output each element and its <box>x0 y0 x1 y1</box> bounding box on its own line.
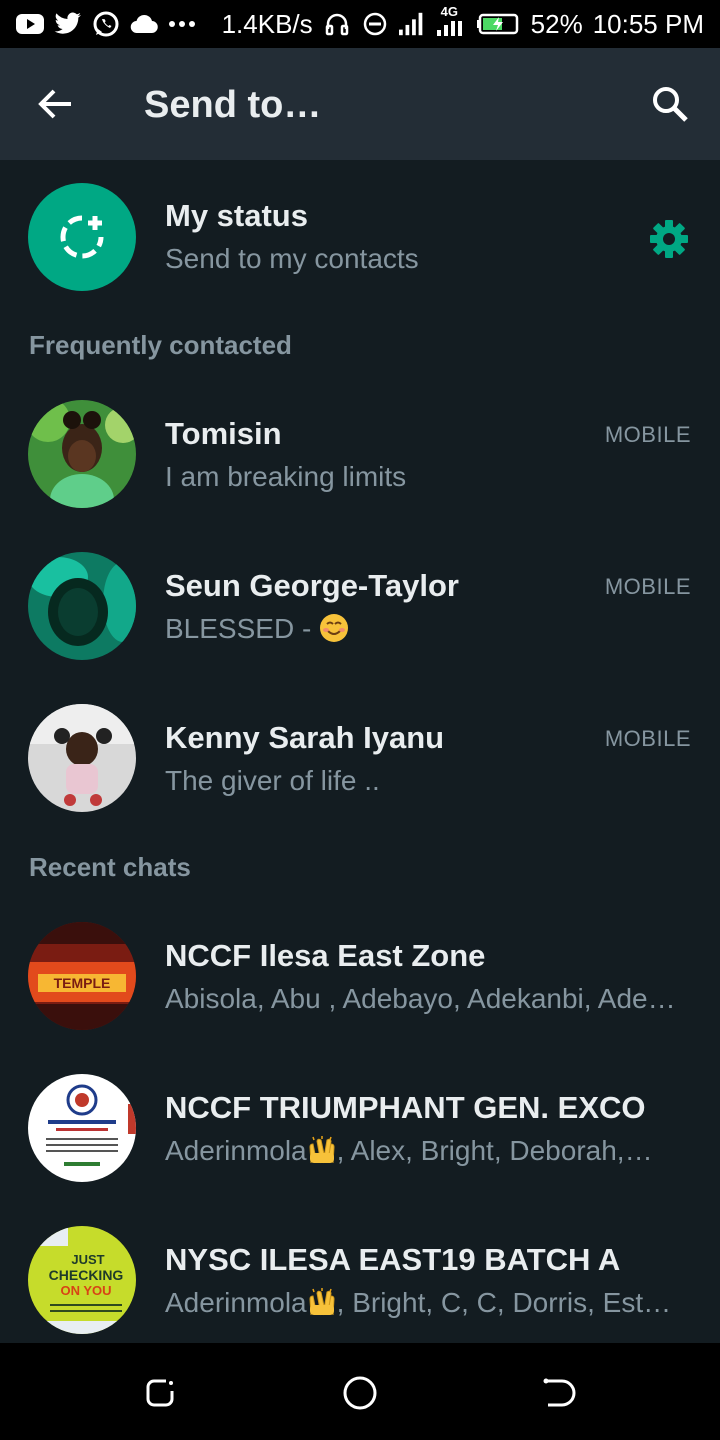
temple-text: TEMPLE <box>54 975 111 991</box>
chat-row[interactable]: NCCF TRIUMPHANT GEN. EXCO Aderinmola , Al… <box>0 1052 720 1204</box>
contact-name: Seun George-Taylor <box>165 568 459 603</box>
avatar-text-on-you: ON YOU <box>60 1283 111 1298</box>
smiling-face-emoji-icon <box>320 614 349 642</box>
chat-members: Abisola, Abu , Adebayo, Adekanbi, Ade… <box>165 983 676 1014</box>
net-speed: 1.4KB/s <box>221 9 313 39</box>
system-nav-bar <box>0 1343 720 1440</box>
whatsapp-icon <box>92 10 120 38</box>
recent-apps-icon <box>146 1379 174 1407</box>
gear-icon <box>650 220 688 258</box>
contact-type-label: MOBILE <box>604 574 691 599</box>
app-bar: Send to… <box>0 48 720 160</box>
clock: 10:55 PM <box>592 9 704 39</box>
chat-members-first: Aderinmola <box>165 1287 307 1318</box>
my-status-title: My status <box>165 198 308 233</box>
section-recent-chats: Recent chats <box>29 852 191 882</box>
more-notifications-icon <box>168 10 196 38</box>
group-avatar: TEMPLE <box>28 922 136 1030</box>
avatar <box>28 552 136 660</box>
chat-members: Aderinmola , Alex, Bright, Deborah,… <box>165 1132 695 1170</box>
twitter-icon <box>54 10 82 38</box>
avatar <box>28 400 136 508</box>
system-indicators: 1.4KB/s 4G 52% 10:55 PM <box>221 4 704 40</box>
my-status-subtitle: Send to my contacts <box>165 243 419 274</box>
home-button[interactable] <box>338 1371 382 1415</box>
signal-icon <box>398 10 427 38</box>
chat-name: NYSC ILESA EAST19 BATCH A <box>165 1242 621 1277</box>
chat-members-first: Aderinmola <box>165 1135 307 1166</box>
contact-row[interactable]: Seun George-Taylor BLESSED - MOBILE <box>0 530 720 682</box>
battery-icon <box>476 10 521 38</box>
avatar <box>28 704 136 812</box>
back-button[interactable] <box>28 76 84 132</box>
contact-row[interactable]: Kenny Sarah Iyanu The giver of life .. M… <box>0 682 720 834</box>
my-status-row[interactable]: My status Send to my contacts <box>0 160 720 312</box>
chat-name: NCCF Ilesa East Zone <box>165 938 486 973</box>
contact-status-text: BLESSED - <box>165 613 320 644</box>
back-nav-icon <box>543 1378 576 1407</box>
status-bar: 1.4KB/s 4G 52% 10:55 PM <box>0 0 720 48</box>
search-icon <box>653 87 688 122</box>
chat-name: NCCF TRIUMPHANT GEN. EXCO <box>165 1090 646 1125</box>
contact-type-label: MOBILE <box>604 422 691 447</box>
section-frequently-contacted: Frequently contacted <box>29 330 292 360</box>
chat-members-rest: , Bright, C, C, Dorris, Est… <box>336 1287 672 1318</box>
notification-icons <box>16 8 196 40</box>
group-avatar: JUST CHECKING ON YOU <box>28 1226 136 1334</box>
contact-status: The giver of life .. <box>165 765 380 796</box>
raising-hands-emoji-icon <box>309 1288 335 1316</box>
contact-row[interactable]: Tomisin I am breaking limits MOBILE <box>0 378 720 530</box>
contact-name: Kenny Sarah Iyanu <box>165 720 445 755</box>
headset-icon <box>323 10 351 38</box>
group-avatar <box>28 1074 136 1182</box>
raising-hands-emoji-icon <box>309 1136 335 1164</box>
contact-status: I am breaking limits <box>165 461 407 492</box>
search-button[interactable] <box>640 76 700 132</box>
back-nav-button[interactable] <box>537 1371 581 1415</box>
add-status-icon <box>60 215 104 259</box>
recent-apps-button[interactable] <box>138 1371 182 1415</box>
contact-type-label: MOBILE <box>604 726 691 751</box>
chat-row[interactable]: TEMPLE NCCF Ilesa East Zone Abisola, Abu… <box>0 900 720 1052</box>
home-icon <box>343 1376 377 1410</box>
chat-members-rest: , Alex, Bright, Deborah,… <box>336 1135 653 1166</box>
status-settings-button[interactable] <box>646 216 692 262</box>
chat-row[interactable]: JUST CHECKING ON YOU NYSC ILESA EAST19 B… <box>0 1204 720 1356</box>
dnd-icon <box>361 10 389 38</box>
chat-members: Aderinmola , Bright, C, C, Dorris, Est… <box>165 1284 695 1322</box>
cloud-icon <box>130 10 158 38</box>
my-status-avatar <box>28 183 136 291</box>
arrow-left-icon <box>38 89 71 119</box>
network-label: 4G <box>440 4 458 19</box>
avatar-text-checking: CHECKING <box>49 1267 124 1283</box>
network-type: 4G <box>436 4 467 38</box>
page-title: Send to… <box>144 84 322 126</box>
avatar-text-just: JUST <box>71 1252 104 1267</box>
contact-status: BLESSED - <box>165 610 695 648</box>
contact-name: Tomisin <box>165 416 282 451</box>
battery-percent: 52% <box>530 9 583 39</box>
youtube-icon <box>16 10 44 38</box>
